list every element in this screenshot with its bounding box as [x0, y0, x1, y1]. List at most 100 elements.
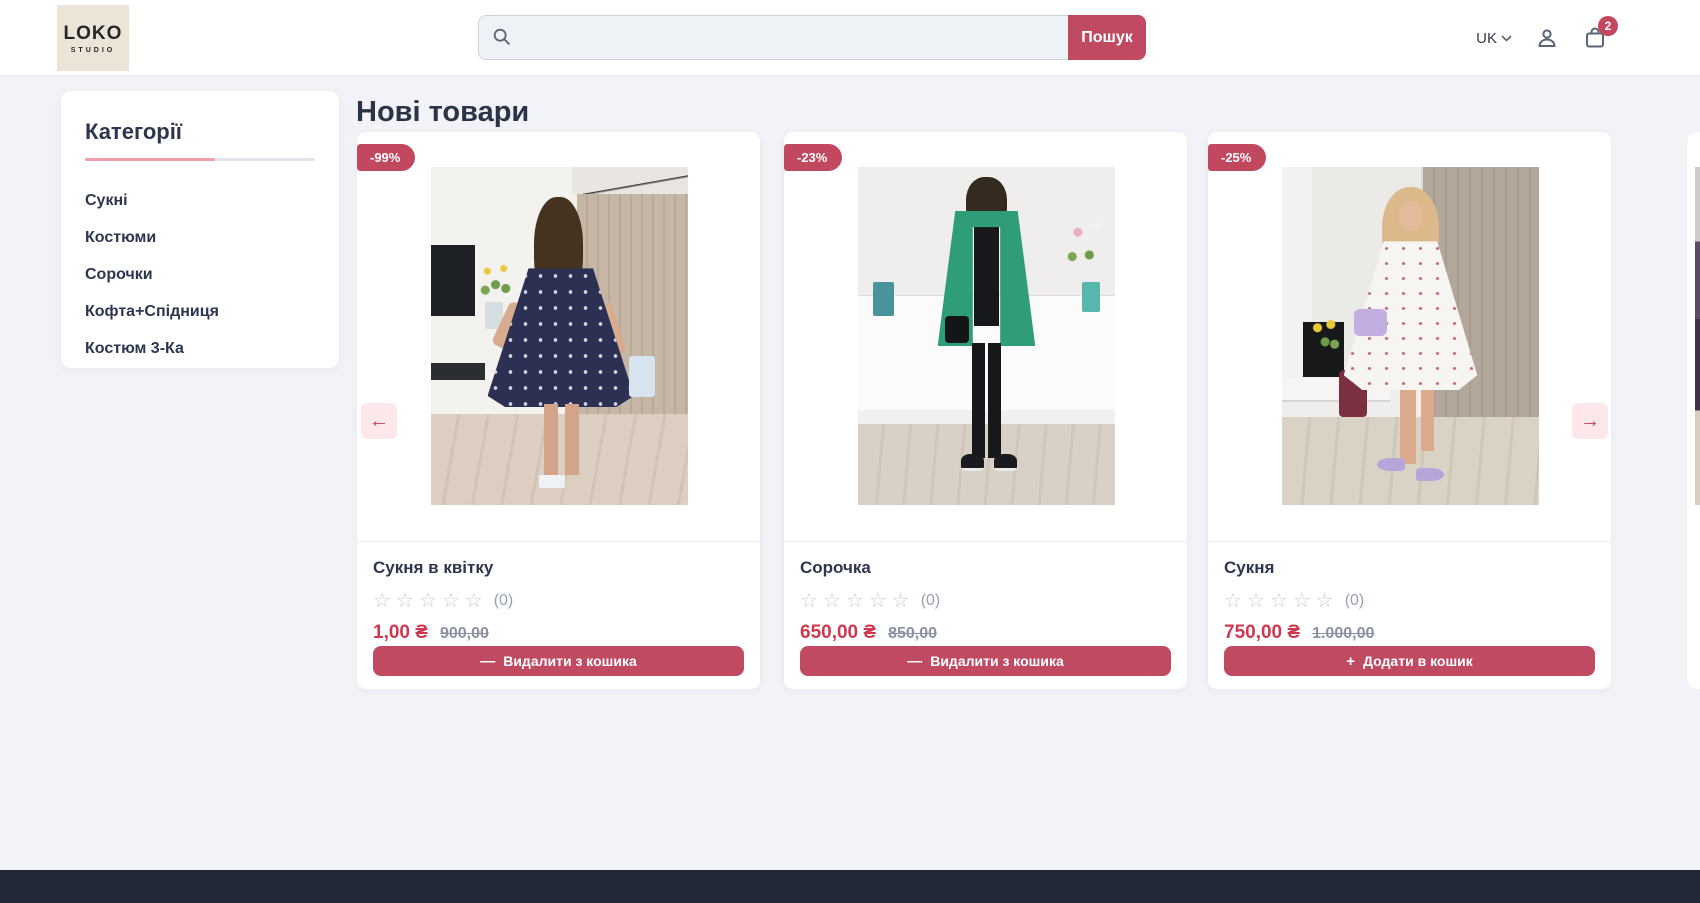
- product-name[interactable]: Сорочка: [800, 558, 1171, 578]
- photo-decor: [431, 363, 485, 380]
- cart-button[interactable]: 2: [1582, 25, 1608, 51]
- star-icon: ☆: [800, 591, 818, 611]
- current-price: 650,00 ₴: [800, 622, 876, 644]
- photo-decor: [974, 218, 1000, 326]
- product-image: [858, 167, 1115, 505]
- cart-count-badge: 2: [1598, 16, 1618, 36]
- language-selector[interactable]: UK: [1476, 30, 1512, 47]
- photo-decor: [544, 404, 558, 482]
- cart-action-label: Видалити з кошика: [930, 653, 1064, 669]
- star-icon: ☆: [1316, 591, 1334, 611]
- arrow-right-icon: →: [1580, 410, 1600, 433]
- minus-icon: —: [907, 653, 922, 670]
- categories-title: Категорії: [85, 119, 315, 145]
- rating-count: (0): [1345, 592, 1365, 610]
- sidebar-item-top-skirt[interactable]: Кофта+Спідниця: [85, 294, 315, 331]
- photo-decor: [629, 356, 655, 397]
- header: LOKO STUDIO Пошук UK 2: [0, 0, 1700, 76]
- sidebar-item-dresses[interactable]: Сукні: [85, 183, 315, 220]
- photo-decor: [431, 414, 688, 505]
- cart-action-label: Додати в кошик: [1363, 653, 1473, 669]
- photo-decor: [994, 454, 1017, 471]
- current-price: 1,00 ₴: [373, 622, 428, 644]
- star-icon: ☆: [1247, 591, 1265, 611]
- categories-panel: Категорії Сукні Костюми Сорочки Кофта+Сп…: [61, 91, 339, 368]
- photo-decor: [539, 475, 565, 489]
- page-title: Нові товари: [356, 96, 529, 129]
- chevron-down-icon: [1501, 35, 1512, 42]
- next-product-card-peek: [1686, 131, 1700, 690]
- star-icon: ☆: [1270, 591, 1288, 611]
- search-field-wrap: [478, 15, 1068, 60]
- current-price: 750,00 ₴: [1224, 622, 1300, 644]
- star-icon: ☆: [869, 591, 887, 611]
- photo-decor: [1308, 316, 1347, 363]
- discount-badge: -23%: [784, 144, 842, 171]
- logo-text: LOKO: [64, 23, 123, 45]
- remove-from-cart-button[interactable]: — Видалити з кошика: [800, 646, 1171, 676]
- old-price: 1.000,00: [1312, 625, 1374, 643]
- photo-decor: [572, 167, 688, 194]
- rating-count: (0): [494, 592, 514, 610]
- sidebar-item-suit-3[interactable]: Костюм 3-Ка: [85, 331, 315, 368]
- store-logo[interactable]: LOKO STUDIO: [57, 5, 129, 71]
- old-price: 900,00: [440, 625, 489, 643]
- language-label: UK: [1476, 30, 1497, 47]
- product-info: Сукня ☆☆☆☆☆ (0) 750,00 ₴ 1.000,00 + Дода…: [1208, 542, 1611, 690]
- rating-count: (0): [921, 592, 941, 610]
- star-icon: ☆: [892, 591, 910, 611]
- photo-decor: [1695, 167, 1700, 505]
- photo-decor: [565, 404, 579, 475]
- old-price: 850,00: [888, 625, 937, 643]
- carousel-next-button[interactable]: →: [1572, 403, 1608, 439]
- remove-from-cart-button[interactable]: — Видалити з кошика: [373, 646, 744, 676]
- sidebar-item-suits[interactable]: Костюми: [85, 220, 315, 257]
- product-photo-link[interactable]: -25%: [1208, 132, 1611, 542]
- rating-row: ☆☆☆☆☆ (0): [1224, 591, 1595, 611]
- photo-decor: [961, 454, 984, 471]
- photo-decor: [475, 255, 516, 309]
- star-icon: ☆: [396, 591, 414, 611]
- product-photo-link[interactable]: -23%: [784, 132, 1187, 542]
- product-image: [1282, 167, 1539, 505]
- add-to-cart-button[interactable]: + Додати в кошик: [1224, 646, 1595, 676]
- rating-row: ☆☆☆☆☆ (0): [373, 591, 744, 611]
- star-icon: ☆: [419, 591, 437, 611]
- arrow-left-icon: ←: [369, 410, 389, 433]
- star-icon: ☆: [846, 591, 864, 611]
- star-icon: ☆: [823, 591, 841, 611]
- search-icon: [491, 26, 513, 48]
- photo-decor: [1400, 390, 1415, 464]
- discount-badge: -25%: [1208, 144, 1266, 171]
- header-actions: UK 2: [1476, 0, 1608, 76]
- product-info: Сорочка ☆☆☆☆☆ (0) 650,00 ₴ 850,00 — Вида…: [784, 542, 1187, 690]
- photo-decor: [972, 343, 1000, 458]
- photo-decor: [858, 201, 920, 289]
- product-card: -23% Сорочка ☆☆☆☆☆ (0) 650,00 ₴ 850,00: [783, 131, 1188, 690]
- account-button[interactable]: [1534, 25, 1560, 51]
- star-icon: ☆: [442, 591, 460, 611]
- photo-decor: [1354, 309, 1387, 336]
- product-name[interactable]: Сукня: [1224, 558, 1595, 578]
- product-name[interactable]: Сукня в квітку: [373, 558, 744, 578]
- product-photo-link[interactable]: -99%: [357, 132, 760, 542]
- search-bar: Пошук: [478, 15, 1146, 60]
- rating-row: ☆☆☆☆☆ (0): [800, 591, 1171, 611]
- star-icon: ☆: [1224, 591, 1242, 611]
- categories-list: Сукні Костюми Сорочки Кофта+Спідниця Кос…: [85, 183, 315, 368]
- product-card: -25% Сукня ☆☆☆☆☆ (0) 750,00 ₴ 1.000,: [1207, 131, 1612, 690]
- sidebar-item-shirts[interactable]: Сорочки: [85, 257, 315, 294]
- cart-action-label: Видалити з кошика: [503, 653, 637, 669]
- minus-icon: —: [480, 653, 495, 670]
- price-row: 650,00 ₴ 850,00: [800, 622, 1171, 644]
- photo-decor: [1421, 390, 1434, 451]
- search-button[interactable]: Пошук: [1068, 15, 1146, 60]
- photo-decor: [873, 282, 894, 316]
- search-input[interactable]: [478, 15, 1068, 60]
- product-card: -99% Сукня в квітку ☆☆☆☆☆ (0) 1,00: [356, 131, 761, 690]
- carousel-prev-button[interactable]: ←: [361, 403, 397, 439]
- discount-badge: -99%: [357, 144, 415, 171]
- star-icon: ☆: [1293, 591, 1311, 611]
- logo-subtext: STUDIO: [71, 47, 115, 54]
- price-row: 1,00 ₴ 900,00: [373, 622, 744, 644]
